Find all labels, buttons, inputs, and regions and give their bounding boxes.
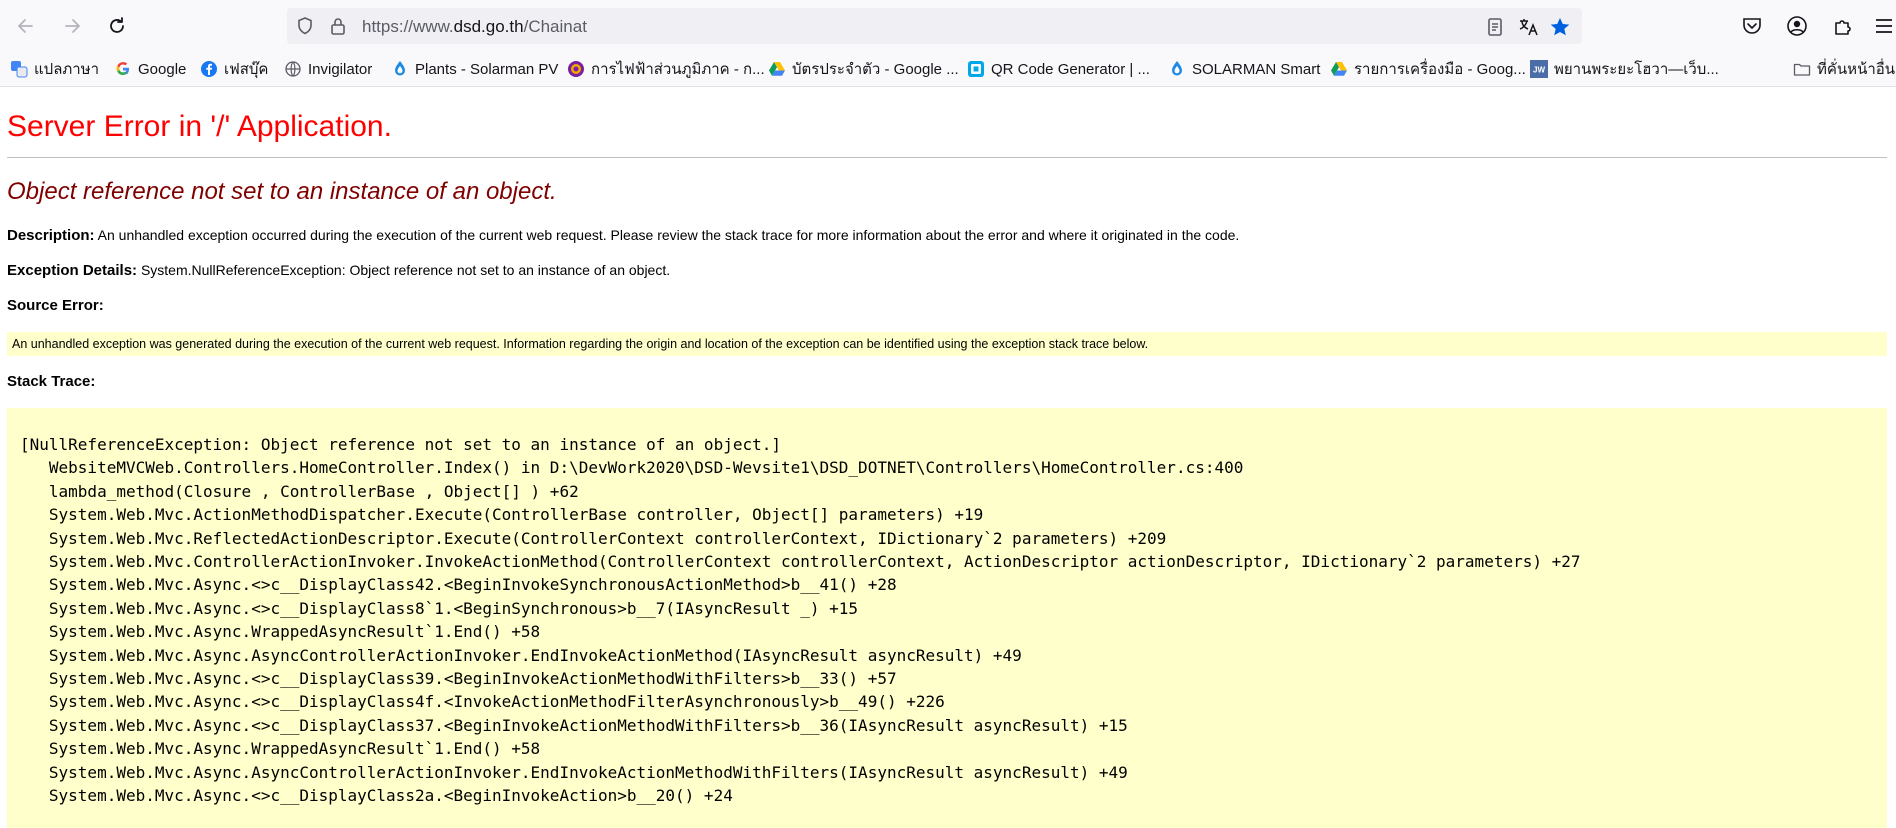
back-button[interactable]: [12, 12, 40, 40]
bookmark-star-icon[interactable]: [1549, 16, 1571, 38]
stack-trace-line: System.Web.Mvc.Async.WrappedAsyncResult`…: [20, 622, 541, 642]
bookmark-label: การไฟฟ้าส่วนภูมิภาค - ก...: [591, 61, 765, 78]
stack-trace-line: System.Web.Mvc.Async.<>c__DisplayClass42…: [20, 575, 897, 595]
description-line: Description: An unhandled exception occu…: [7, 227, 1239, 244]
stack-trace-line: System.Web.Mvc.Async.AsyncControllerActi…: [20, 762, 1128, 782]
forward-button[interactable]: [58, 12, 86, 40]
pea-icon: [567, 60, 585, 78]
google-drive-icon: [1330, 60, 1348, 78]
bookmark-label: แปลภาษา: [34, 61, 100, 78]
exception-label: Exception Details:: [7, 262, 138, 279]
bookmark-label: Invigilator: [308, 60, 373, 78]
back-arrow-icon: [18, 19, 33, 33]
bookmark-item[interactable]: การไฟฟ้าส่วนภูมิภาค - ก...: [567, 59, 765, 79]
bookmark-label: บัตรประจำตัว - Google ...: [792, 61, 959, 78]
svg-text:JW: JW: [1533, 66, 1545, 75]
solarman-icon: [1168, 60, 1186, 78]
bookmark-item[interactable]: SOLARMAN Smart: [1168, 59, 1320, 79]
bookmark-label: รายการเครื่องมือ - Goog...: [1354, 61, 1526, 78]
stack-trace-line: System.Web.Mvc.ActionMethodDispatcher.Ex…: [20, 505, 984, 525]
error-subtitle: Object reference not set to an instance …: [7, 178, 557, 205]
bookmark-item[interactable]: บัตรประจำตัว - Google ...: [768, 59, 959, 79]
stack-trace-line: System.Web.Mvc.ReflectedActionDescriptor…: [20, 528, 1167, 548]
error-title: Server Error in '/' Application.: [7, 110, 392, 143]
stack-trace-line: System.Web.Mvc.Async.<>c__DisplayClass4f…: [20, 692, 945, 712]
stack-trace-text: [NullReferenceException: Object referenc…: [20, 433, 1581, 808]
menu-icon[interactable]: [1872, 14, 1896, 38]
forward-arrow-icon: [65, 19, 80, 33]
bookmark-label: Google: [138, 60, 187, 78]
solarman-icon: [391, 60, 409, 78]
browser-toolbar: https://www.dsd.go.th/Chainat: [0, 0, 1896, 52]
description-label: Description:: [7, 227, 95, 244]
title-divider: [7, 157, 1887, 158]
bookmark-item[interactable]: Plants - Solarman PV: [391, 59, 558, 79]
exception-text: System.NullReferenceException: Object re…: [140, 262, 671, 278]
address-bar[interactable]: https://www.dsd.go.th/Chainat: [287, 8, 1582, 44]
reload-button[interactable]: [103, 12, 131, 40]
stack-trace-label: Stack Trace:: [7, 373, 96, 390]
bookmark-item[interactable]: JW พยานพระยะโฮวา—เว็บ...: [1530, 59, 1719, 79]
bookmark-item[interactable]: Google: [114, 59, 186, 79]
stack-trace-line: System.Web.Mvc.Async.<>c__DisplayClass2a…: [20, 786, 733, 806]
bookmark-label: พยานพระยะโฮวา—เว็บ...: [1554, 61, 1719, 78]
bookmark-item[interactable]: รายการเครื่องมือ - Goog...: [1330, 59, 1526, 79]
other-bookmarks-folder[interactable]: ที่คั่นหน้าอื่น: [1793, 59, 1895, 79]
exception-line: Exception Details: System.NullReferenceE…: [7, 262, 670, 279]
reader-view-icon[interactable]: [1484, 16, 1506, 38]
shield-icon[interactable]: [295, 16, 315, 36]
translate-page-icon[interactable]: [1517, 16, 1539, 38]
bookmark-label: เฟสบุ๊ค: [224, 61, 269, 78]
lock-icon[interactable]: [328, 16, 348, 36]
bookmark-item[interactable]: เฟสบุ๊ค: [200, 59, 268, 79]
stack-trace-line: System.Web.Mvc.Async.WrappedAsyncResult`…: [20, 739, 541, 759]
bookmark-item[interactable]: Invigilator: [284, 59, 372, 79]
google-icon: [114, 60, 132, 78]
account-icon[interactable]: [1785, 14, 1809, 38]
stack-trace-heading: Stack Trace:: [7, 373, 95, 390]
folder-icon: [1793, 60, 1811, 78]
globe-icon: [284, 60, 302, 78]
bookmark-label: QR Code Generator | ...: [991, 60, 1150, 78]
extensions-icon[interactable]: [1830, 14, 1854, 38]
bookmark-item[interactable]: แปลภาษา: [10, 59, 99, 79]
stack-trace-box: [NullReferenceException: Object referenc…: [7, 408, 1887, 828]
qr-code-icon: [967, 60, 985, 78]
stack-trace-line: System.Web.Mvc.Async.<>c__DisplayClass37…: [20, 715, 1128, 735]
bookmark-label: ที่คั่นหน้าอื่น: [1817, 61, 1896, 78]
reload-icon: [110, 17, 124, 33]
source-error-box: An unhandled exception was generated dur…: [7, 332, 1887, 356]
bookmark-item[interactable]: QR Code Generator | ...: [967, 59, 1150, 79]
page-content: Server Error in '/' Application. Object …: [0, 87, 1896, 828]
google-drive-icon: [768, 60, 786, 78]
stack-trace-line: lambda_method(Closure , ControllerBase ,…: [20, 481, 579, 501]
url-scheme: https://www.: [362, 17, 454, 36]
source-error-text: An unhandled exception was generated dur…: [12, 337, 1149, 351]
url-path: /Chainat: [523, 17, 587, 36]
stack-trace-line: WebsiteMVCWeb.Controllers.HomeController…: [20, 458, 1244, 478]
bookmarks-bar: แปลภาษา Google เฟสบุ๊ค Invigilator Plants - …: [0, 52, 1896, 87]
bookmark-label: Plants - Solarman PV: [415, 60, 559, 78]
stack-trace-line: [NullReferenceException: Object referenc…: [20, 435, 781, 454]
jw-icon: JW: [1530, 60, 1548, 78]
pocket-icon[interactable]: [1740, 14, 1764, 38]
stack-trace-line: System.Web.Mvc.Async.AsyncControllerActi…: [20, 645, 1022, 665]
source-error-heading: Source Error:: [7, 297, 104, 314]
source-error-label: Source Error:: [7, 297, 104, 314]
url-host: dsd.go.th: [453, 17, 524, 36]
stack-trace-line: System.Web.Mvc.Async.<>c__DisplayClass39…: [20, 669, 897, 689]
url-text: https://www.dsd.go.th/Chainat: [362, 17, 587, 37]
description-text: An unhandled exception occurred during t…: [97, 227, 1240, 243]
stack-trace-line: System.Web.Mvc.Async.<>c__DisplayClass8`…: [20, 598, 859, 618]
stack-trace-line: System.Web.Mvc.ControllerActionInvoker.I…: [20, 552, 1581, 572]
translate-icon: [10, 60, 28, 78]
bookmark-label: SOLARMAN Smart: [1192, 60, 1321, 78]
facebook-icon: [200, 60, 218, 78]
